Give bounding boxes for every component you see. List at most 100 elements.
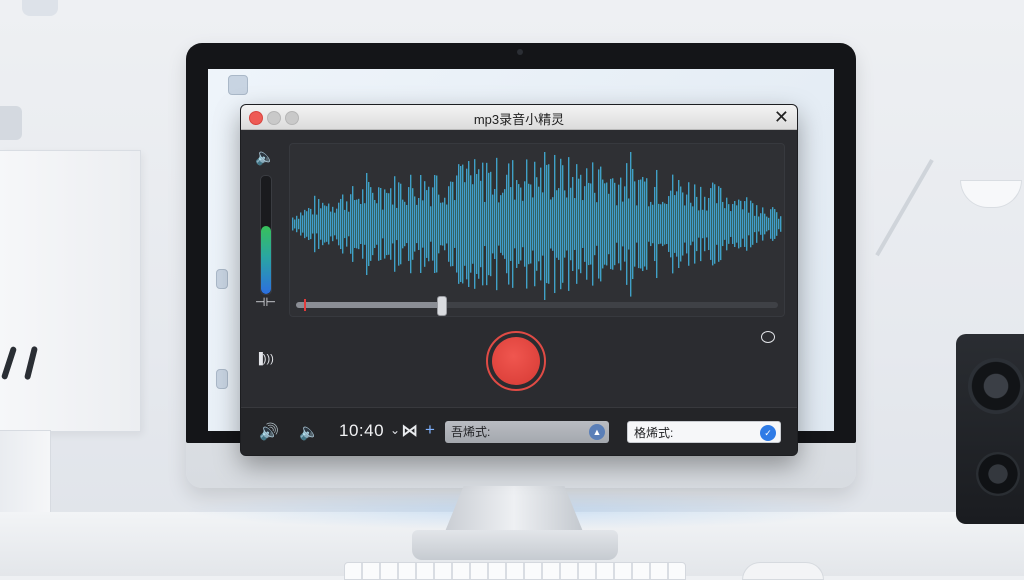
waveform-bar: [422, 200, 424, 248]
waveform-bar: [372, 192, 374, 256]
waveform-bar: [626, 163, 628, 285]
comment-icon[interactable]: [761, 331, 775, 343]
waveform-bar: [400, 183, 402, 265]
speaker-volume-icon[interactable]: 🔊: [259, 422, 279, 442]
waveform-bar: [334, 212, 336, 236]
close-icon[interactable]: ✕: [774, 107, 789, 127]
waveform-bar: [588, 182, 590, 266]
playback-track[interactable]: [296, 296, 778, 316]
waveform-bar: [780, 216, 782, 232]
desktop-icon[interactable]: [216, 369, 228, 389]
waveform-bar: [774, 209, 776, 239]
chevron-down-icon[interactable]: ⌄: [390, 423, 400, 437]
wall-shelf: [0, 150, 141, 432]
waveform-bar: [598, 169, 600, 279]
waveform-bar: [398, 182, 400, 266]
waveform-bar: [618, 184, 620, 264]
waveform-bar: [772, 207, 774, 241]
waveform-bar: [426, 190, 428, 258]
waveform-bar: [442, 202, 444, 246]
waveform-bar: [590, 183, 592, 265]
waveform-bar: [438, 194, 440, 254]
waveform-bar: [308, 207, 310, 241]
waveform-bar: [340, 198, 342, 250]
wave-icon[interactable]: ▐))): [255, 353, 274, 365]
waveform-bar: [416, 204, 418, 244]
waveform-bar: [362, 189, 364, 259]
waveform-bar: [644, 181, 646, 267]
bottom-toolbar: 🔊 🔈 10:40 ⌄ ⋈ + 吾烯式: ▲ 格烯式: ✓: [241, 407, 797, 455]
playback-thumb[interactable]: [436, 296, 447, 316]
waveform-bar: [548, 164, 550, 284]
waveform-bar: [428, 186, 430, 262]
format-select-output[interactable]: 格烯式: ✓: [627, 421, 781, 443]
mute-icon[interactable]: 🔈: [299, 422, 319, 442]
split-track-icon[interactable]: ⋈: [401, 421, 418, 441]
desktop-icon[interactable]: [228, 75, 248, 95]
waveform-bar: [294, 219, 296, 229]
waveform-bar: [628, 198, 630, 250]
waveform-bar: [720, 187, 722, 261]
waveform-bar: [752, 203, 754, 245]
waveform-bar: [536, 177, 538, 271]
waveform-bar: [482, 162, 484, 286]
waveform-bar: [456, 175, 458, 273]
title-bar: mp3录音小精灵 ✕: [241, 105, 797, 130]
waveform-bar: [714, 184, 716, 264]
waveform-bar: [490, 171, 492, 277]
waveform-bar: [688, 182, 690, 266]
waveform-bar: [732, 204, 734, 244]
waveform-bar: [404, 201, 406, 247]
waveform-bar: [370, 187, 372, 261]
waveform-bar: [754, 215, 756, 233]
waveform-bar: [586, 168, 588, 280]
waveform-bar: [330, 211, 332, 237]
waveform-bar: [636, 205, 638, 243]
format-select-input[interactable]: 吾烯式: ▲: [445, 421, 609, 443]
waveform-bar: [342, 194, 344, 254]
waveform-bar: [314, 195, 316, 253]
waveform-bar: [564, 190, 566, 258]
desktop-icon[interactable]: [216, 269, 228, 289]
wall-gadget: [0, 106, 22, 140]
waveform-bar: [380, 187, 382, 261]
keyboard: [344, 562, 686, 580]
waveform-bar: [610, 178, 612, 270]
waveform-bar: [466, 168, 468, 280]
recorder-window: mp3录音小精灵 ✕ 🔈 ⊣⊢ ▐))) 🔊 🔈 10:40 ⌄ ⋈ + 吾烯式…: [240, 104, 798, 456]
waveform-bar: [594, 192, 596, 256]
waveform-bar: [440, 202, 442, 246]
waveform-bar: [356, 199, 358, 249]
add-icon[interactable]: +: [425, 420, 435, 440]
waveform-bar: [434, 175, 436, 273]
waveform-bar: [374, 199, 376, 249]
waveform-bar: [778, 218, 780, 230]
waveform-bar: [298, 218, 300, 230]
waveform-bar: [696, 196, 698, 252]
waveform-bar: [494, 189, 496, 259]
record-button[interactable]: [486, 331, 546, 391]
waveform-bar: [446, 204, 448, 244]
waveform-bar: [520, 187, 522, 261]
waveform-bar: [300, 212, 302, 236]
speaker: [956, 334, 1024, 524]
waveform-bar: [518, 184, 520, 264]
waveform-bar: [530, 184, 532, 264]
waveform-bar: [436, 175, 438, 273]
waveform-bar: [538, 186, 540, 262]
waveform-bar: [390, 188, 392, 260]
waveform-bar: [776, 212, 778, 236]
waveform-bar: [376, 203, 378, 245]
waveform-bar: [736, 205, 738, 243]
waveform-bar: [544, 152, 546, 300]
waveform-bar: [730, 211, 732, 237]
split-icon[interactable]: ⊣⊢: [255, 295, 276, 309]
waveform-bar: [474, 159, 476, 289]
recording-time: 10:40: [339, 421, 385, 440]
waveform-bar: [304, 209, 306, 239]
waveform-bar: [476, 174, 478, 274]
waveform-bar: [576, 164, 578, 284]
volume-icon[interactable]: 🔈: [255, 147, 275, 167]
waveform-bar: [596, 202, 598, 246]
waveform-bar: [686, 194, 688, 254]
